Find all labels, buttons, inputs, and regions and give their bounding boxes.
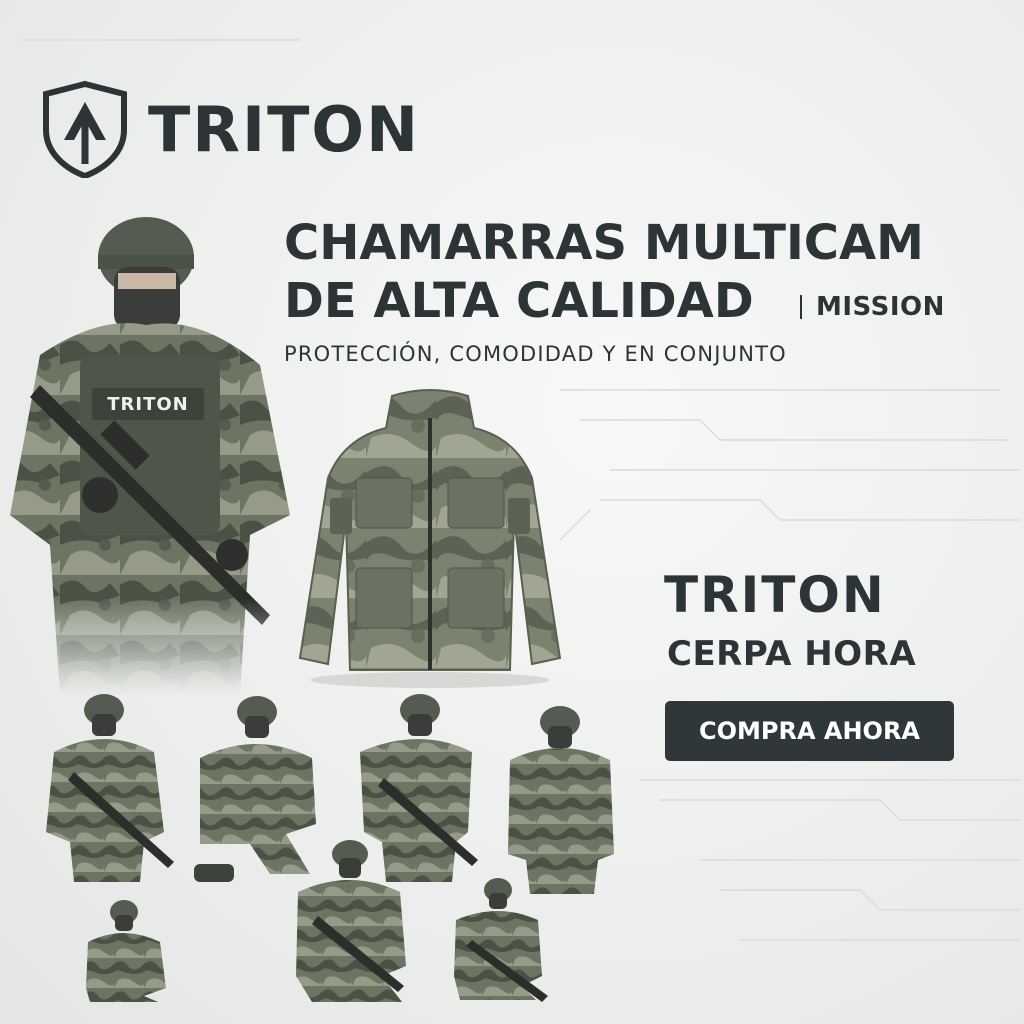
brand-logo[interactable]: TRITON (42, 80, 420, 178)
multicam-jacket-image (298, 389, 562, 688)
headline-line-1: CHAMARRAS MULTICAM (284, 215, 924, 271)
squad-soldiers-image (46, 694, 614, 1002)
subtitle: PROTECCIÓN, COMODIDAD Y EN CONJUNTO (284, 342, 787, 366)
tag-divider (800, 295, 802, 319)
shield-arrow-icon (43, 80, 127, 178)
cta-subtitle: CERPA HORA (667, 634, 917, 674)
main-soldier-image (10, 217, 290, 695)
vest-patch-label: TRITON (92, 388, 204, 420)
mission-tag-wrap: MISSION (800, 292, 945, 322)
buy-now-button[interactable]: COMPRA AHORA (665, 701, 954, 761)
cta-title: TRITON (664, 566, 886, 624)
mission-tag: MISSION (816, 292, 945, 322)
brand-name: TRITON (148, 92, 420, 166)
